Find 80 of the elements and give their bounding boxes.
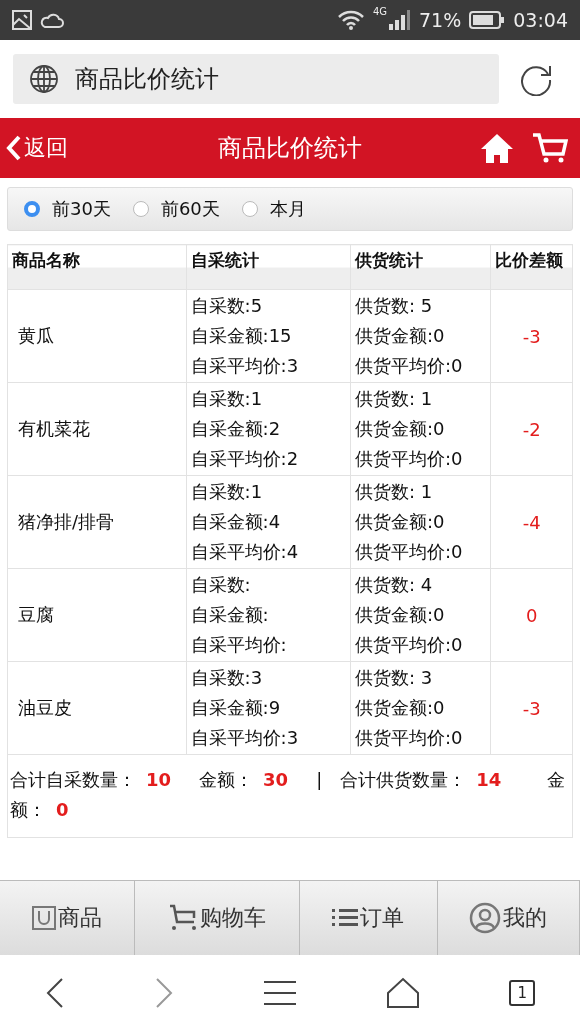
period-option[interactable]: 前30天 [24, 197, 111, 221]
stat-line: 供货数: 5 [355, 294, 434, 318]
stat-line: 供货平均价:0 [355, 447, 464, 471]
signal-icon [389, 10, 411, 30]
stat-line: 自采数:5 [190, 294, 264, 318]
table-cell: -2 [490, 382, 573, 476]
page-title: 商品比价统计 [75, 64, 219, 95]
stat-line: 自采金额:4 [190, 510, 282, 534]
table-cell: 油豆皮 [7, 661, 187, 755]
back-icon[interactable] [44, 977, 65, 1009]
stat-line: 自采平均价:2 [190, 447, 300, 471]
cart-icon [168, 904, 198, 932]
period-option[interactable]: 前60天 [132, 197, 220, 221]
back-button[interactable]: 返回 [6, 133, 68, 163]
cart-icon[interactable] [532, 132, 568, 164]
clock: 03:04 [513, 9, 568, 31]
table-cell: 黄瓜 [7, 289, 187, 383]
wifi-icon [336, 10, 365, 30]
stat-line: 自采平均价: [190, 633, 288, 657]
stat-line: 供货数: 1 [355, 387, 434, 411]
column-header: 商品名称 [7, 244, 187, 290]
tab-bar-item[interactable]: 我的 [437, 881, 580, 955]
stat-line: 自采平均价:3 [190, 354, 300, 378]
stat-line: 自采金额:9 [190, 696, 282, 720]
table-cell: -3 [490, 289, 573, 383]
table-cell: -4 [490, 475, 573, 569]
table-cell: 豆腐 [7, 568, 187, 662]
radio-button[interactable] [132, 201, 149, 217]
column-header: 供货统计 [350, 244, 491, 290]
radio-button[interactable] [24, 201, 40, 217]
table-cell: 有机菜花 [7, 382, 187, 476]
cloud-icon [40, 11, 64, 29]
stat-line: 自采数:3 [190, 666, 264, 690]
stat-line: 自采数:1 [190, 387, 264, 411]
list-icon [332, 907, 359, 929]
stat-line: 自采数:1 [190, 480, 264, 504]
battery-percent: 71% [419, 9, 462, 31]
stat-line: 自采金额:2 [190, 417, 282, 441]
forward-icon[interactable] [154, 977, 175, 1009]
globe-icon [29, 64, 59, 94]
table-cell: -3 [490, 661, 573, 755]
period-option[interactable]: 本月 [241, 197, 306, 221]
menu-icon[interactable] [264, 979, 296, 1007]
tab-bar-item[interactable]: 商品 [0, 881, 135, 955]
battery-icon [469, 10, 506, 30]
user-icon [469, 902, 502, 934]
radio-button[interactable] [241, 201, 258, 217]
image-icon [12, 10, 32, 30]
home-icon[interactable] [480, 132, 514, 164]
stat-line: 供货平均价:0 [355, 633, 464, 657]
stat-line: 供货金额:0 [355, 603, 446, 627]
network-label: 4G [372, 6, 387, 17]
bag-icon [32, 906, 56, 930]
header-title: 商品比价统计 [218, 134, 362, 162]
stat-line: 自采平均价:4 [190, 540, 300, 564]
column-header: 自采统计 [186, 244, 351, 290]
stat-line: 自采数: [190, 573, 252, 597]
stat-line: 供货数: 3 [355, 666, 434, 690]
stat-line: 供货金额:0 [355, 417, 446, 441]
table-cell: 0 [490, 568, 573, 662]
stat-line: 自采金额:15 [190, 324, 293, 348]
stat-line: 自采平均价:3 [190, 726, 300, 750]
home-icon[interactable] [385, 977, 420, 1009]
summary-text: 合计自采数量：10 金额：30 | 合计供货数量：14 金额：0 [7, 754, 573, 838]
stat-line: 供货平均价:0 [355, 354, 464, 378]
stat-line: 供货金额:0 [355, 696, 446, 720]
stat-line: 自采金额: [190, 603, 270, 627]
stat-line: 供货平均价:0 [355, 540, 464, 564]
table-cell: 猪净排/排骨 [7, 475, 187, 569]
stat-line: 供货数: 4 [355, 573, 434, 597]
tab-bar-item[interactable]: 购物车 [135, 881, 300, 955]
stat-line: 供货金额:0 [355, 324, 446, 348]
column-header: 比价差额 [490, 244, 573, 290]
tab-bar-item[interactable]: 订单 [300, 881, 438, 955]
address-bar[interactable]: 商品比价统计 [13, 54, 499, 104]
stat-line: 供货平均价:0 [355, 726, 464, 750]
stat-line: 供货金额:0 [355, 510, 446, 534]
tabs-count-button[interactable]: 1 [509, 980, 536, 1006]
stat-line: 供货数: 1 [355, 480, 434, 504]
chevron-left-icon [6, 134, 22, 162]
